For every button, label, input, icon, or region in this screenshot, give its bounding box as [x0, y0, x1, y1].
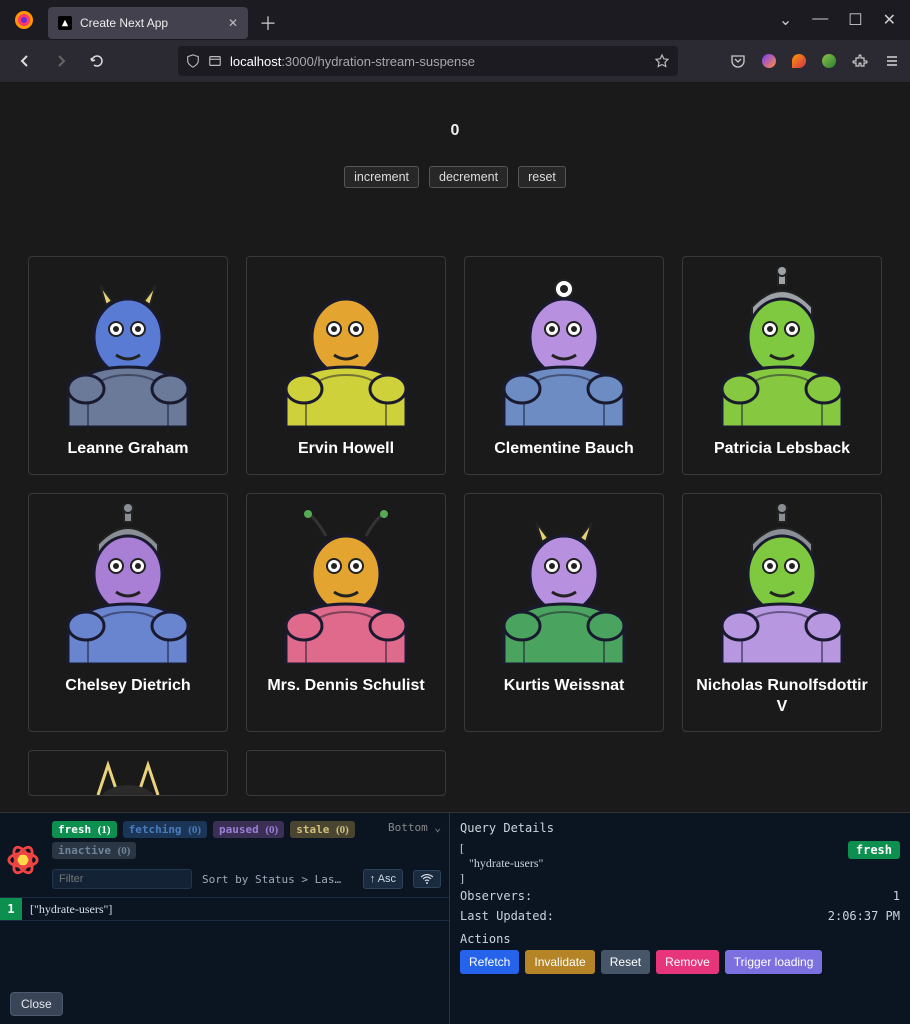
- user-name: Mrs. Dennis Schulist: [247, 664, 445, 697]
- increment-button[interactable]: increment: [344, 166, 419, 188]
- user-name: Leanne Graham: [29, 427, 227, 460]
- pocket-icon[interactable]: [730, 53, 746, 69]
- avatar: [29, 257, 227, 427]
- back-button[interactable]: [10, 46, 40, 76]
- reset-button[interactable]: reset: [518, 166, 566, 188]
- window-controls: ⌄ — ☐ ✕: [779, 10, 910, 30]
- url-bar[interactable]: localhost:3000/hydration-stream-suspense: [178, 46, 678, 76]
- user-card: Leanne Graham: [28, 256, 228, 475]
- observers-label: Observers:: [460, 889, 532, 903]
- badge-fresh[interactable]: fresh (1): [52, 821, 117, 838]
- user-name: Nicholas Runolfsdottir V: [683, 664, 881, 718]
- tab-close-icon[interactable]: ✕: [228, 16, 238, 30]
- query-key: ["hydrate-users"]: [22, 902, 120, 917]
- badge-stale[interactable]: stale (0): [290, 821, 355, 838]
- forward-button[interactable]: [46, 46, 76, 76]
- status-pill: fresh: [848, 841, 900, 859]
- user-card: Kurtis Weissnat: [464, 493, 664, 733]
- bookmark-star-icon[interactable]: [654, 53, 670, 69]
- user-name: Ervin Howell: [247, 427, 445, 460]
- page-info-icon: [208, 54, 222, 68]
- query-details-key: [ "hydrate-users" ]: [460, 841, 543, 886]
- counter-value: 0: [0, 122, 910, 140]
- new-tab-button[interactable]: ＋: [254, 9, 282, 37]
- filter-input[interactable]: [52, 869, 192, 889]
- sort-select[interactable]: Sort by Status > Last Up: [202, 873, 342, 886]
- app-menu-icon[interactable]: [884, 53, 900, 69]
- react-query-devtools: fresh (1) fetching (0) paused (0) stale …: [0, 812, 910, 1024]
- browser-toolbar: localhost:3000/hydration-stream-suspense: [0, 40, 910, 82]
- devtools-close-button[interactable]: Close: [10, 992, 63, 1016]
- user-name: Kurtis Weissnat: [465, 664, 663, 697]
- counter-section: 0 increment decrement reset: [0, 82, 910, 206]
- user-card: Patricia Lebsback: [682, 256, 882, 475]
- reload-button[interactable]: [82, 46, 112, 76]
- extension-3-icon[interactable]: [822, 54, 836, 68]
- url-text: localhost:3000/hydration-stream-suspense: [230, 54, 475, 69]
- tab-dropdown-icon[interactable]: ⌄: [779, 10, 792, 30]
- query-list-item[interactable]: 1 ["hydrate-users"]: [0, 897, 449, 921]
- page-content: 0 increment decrement reset Leanne Graha…: [0, 82, 910, 1024]
- query-observer-count: 1: [0, 898, 22, 920]
- trigger-loading-button[interactable]: Trigger loading: [725, 950, 823, 974]
- browser-titlebar: Create Next App ✕ ＋ ⌄ — ☐ ✕: [0, 0, 910, 40]
- avatar: [465, 494, 663, 664]
- actions-label: Actions: [460, 932, 900, 946]
- user-name: Clementine Bauch: [465, 427, 663, 460]
- tab-title: Create Next App: [80, 16, 168, 30]
- avatar: [683, 494, 881, 664]
- avatar: [29, 494, 227, 664]
- user-name: Chelsey Dietrich: [29, 664, 227, 697]
- browser-tab[interactable]: Create Next App ✕: [48, 7, 248, 39]
- extension-1-icon[interactable]: [762, 54, 776, 68]
- firefox-logo-icon: [0, 10, 48, 30]
- last-updated-value: 2:06:37 PM: [828, 909, 900, 923]
- close-window-icon[interactable]: ✕: [883, 10, 896, 30]
- user-card-partial: [246, 750, 446, 796]
- sort-direction-button[interactable]: ↑ Asc: [363, 869, 403, 889]
- maximize-icon[interactable]: ☐: [848, 10, 862, 30]
- react-query-logo-icon: [6, 843, 40, 877]
- invalidate-button[interactable]: Invalidate: [525, 950, 594, 974]
- badge-inactive[interactable]: inactive (0): [52, 842, 136, 859]
- user-card: Ervin Howell: [246, 256, 446, 475]
- avatar: [247, 257, 445, 427]
- badge-paused[interactable]: paused (0): [213, 821, 284, 838]
- remove-button[interactable]: Remove: [656, 950, 719, 974]
- action-reset-button[interactable]: Reset: [601, 950, 650, 974]
- chevron-down-icon: ⌄: [434, 821, 441, 834]
- position-select[interactable]: Bottom ⌄: [388, 821, 441, 834]
- avatar: [683, 257, 881, 427]
- shield-icon: [186, 54, 200, 68]
- last-updated-label: Last Updated:: [460, 909, 554, 923]
- minimize-icon[interactable]: —: [812, 10, 828, 30]
- user-card-partial: [28, 750, 228, 796]
- extension-2-icon[interactable]: [792, 54, 806, 68]
- observers-value: 1: [893, 889, 900, 903]
- avatar: [247, 494, 445, 664]
- badge-fetching[interactable]: fetching (0): [123, 821, 207, 838]
- user-card: Nicholas Runolfsdottir V: [682, 493, 882, 733]
- avatar: [465, 257, 663, 427]
- user-card: Clementine Bauch: [464, 256, 664, 475]
- tab-favicon-icon: [58, 16, 72, 30]
- extensions-icon[interactable]: [852, 53, 868, 69]
- user-card: Chelsey Dietrich: [28, 493, 228, 733]
- decrement-button[interactable]: decrement: [429, 166, 508, 188]
- user-card: Mrs. Dennis Schulist: [246, 493, 446, 733]
- offline-toggle-button[interactable]: [413, 870, 441, 888]
- refetch-button[interactable]: Refetch: [460, 950, 519, 974]
- user-name: Patricia Lebsback: [683, 427, 881, 460]
- query-details-title: Query Details: [460, 821, 900, 835]
